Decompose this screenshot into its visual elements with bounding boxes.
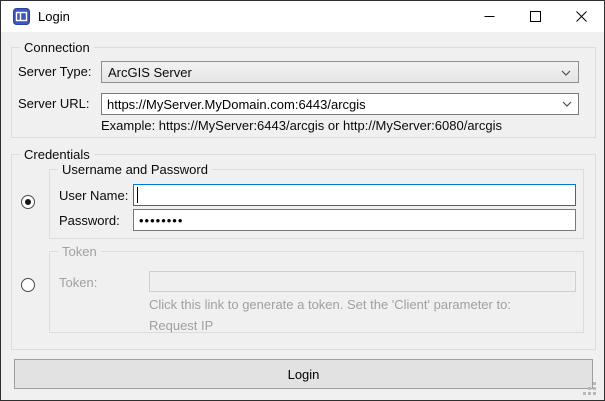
minimize-button[interactable] bbox=[466, 1, 512, 32]
token-field-wrap bbox=[149, 271, 576, 292]
close-icon bbox=[576, 11, 587, 22]
window-title: Login bbox=[38, 9, 70, 24]
token-legend: Token bbox=[58, 244, 101, 259]
login-button-label: Login bbox=[288, 367, 320, 382]
token-radio[interactable] bbox=[21, 278, 35, 292]
server-url-combobox bbox=[101, 93, 579, 115]
close-button[interactable] bbox=[558, 1, 604, 32]
connection-legend: Connection bbox=[20, 40, 94, 55]
token-label: Token: bbox=[59, 275, 97, 290]
password-label: Password: bbox=[59, 213, 120, 228]
server-url-input[interactable] bbox=[101, 93, 579, 115]
server-url-example-text: Example: https://MyServer:6443/arcgis or… bbox=[101, 118, 502, 133]
username-input[interactable] bbox=[133, 184, 576, 206]
username-password-legend: Username and Password bbox=[58, 162, 212, 177]
username-password-radio[interactable] bbox=[21, 195, 35, 209]
minimize-icon bbox=[484, 11, 495, 22]
login-dialog: Login Connection Server Type: ArcGIS Ser… bbox=[0, 0, 605, 401]
titlebar[interactable]: Login bbox=[1, 1, 604, 32]
app-window-icon bbox=[13, 8, 30, 25]
password-input[interactable] bbox=[133, 209, 576, 231]
password-field-wrap bbox=[133, 209, 576, 231]
radio-dot bbox=[25, 199, 31, 205]
maximize-icon bbox=[530, 11, 541, 22]
username-label: User Name: bbox=[59, 188, 128, 203]
server-type-value: ArcGIS Server bbox=[108, 65, 192, 80]
server-type-label: Server Type: bbox=[18, 64, 91, 79]
text-caret bbox=[137, 187, 138, 203]
resize-grip[interactable] bbox=[582, 381, 596, 395]
username-field-wrap bbox=[133, 184, 576, 206]
login-button[interactable]: Login bbox=[14, 359, 593, 389]
token-group: Token bbox=[49, 251, 584, 333]
token-hint-text: Click this link to generate a token. Set… bbox=[149, 297, 511, 312]
server-type-select[interactable]: ArcGIS Server bbox=[101, 61, 579, 83]
request-ip-link: Request IP bbox=[149, 318, 213, 333]
credentials-legend: Credentials bbox=[20, 147, 94, 162]
chevron-down-icon bbox=[561, 70, 571, 77]
maximize-button[interactable] bbox=[512, 1, 558, 32]
token-input bbox=[149, 271, 576, 292]
server-url-label: Server URL: bbox=[18, 96, 90, 111]
